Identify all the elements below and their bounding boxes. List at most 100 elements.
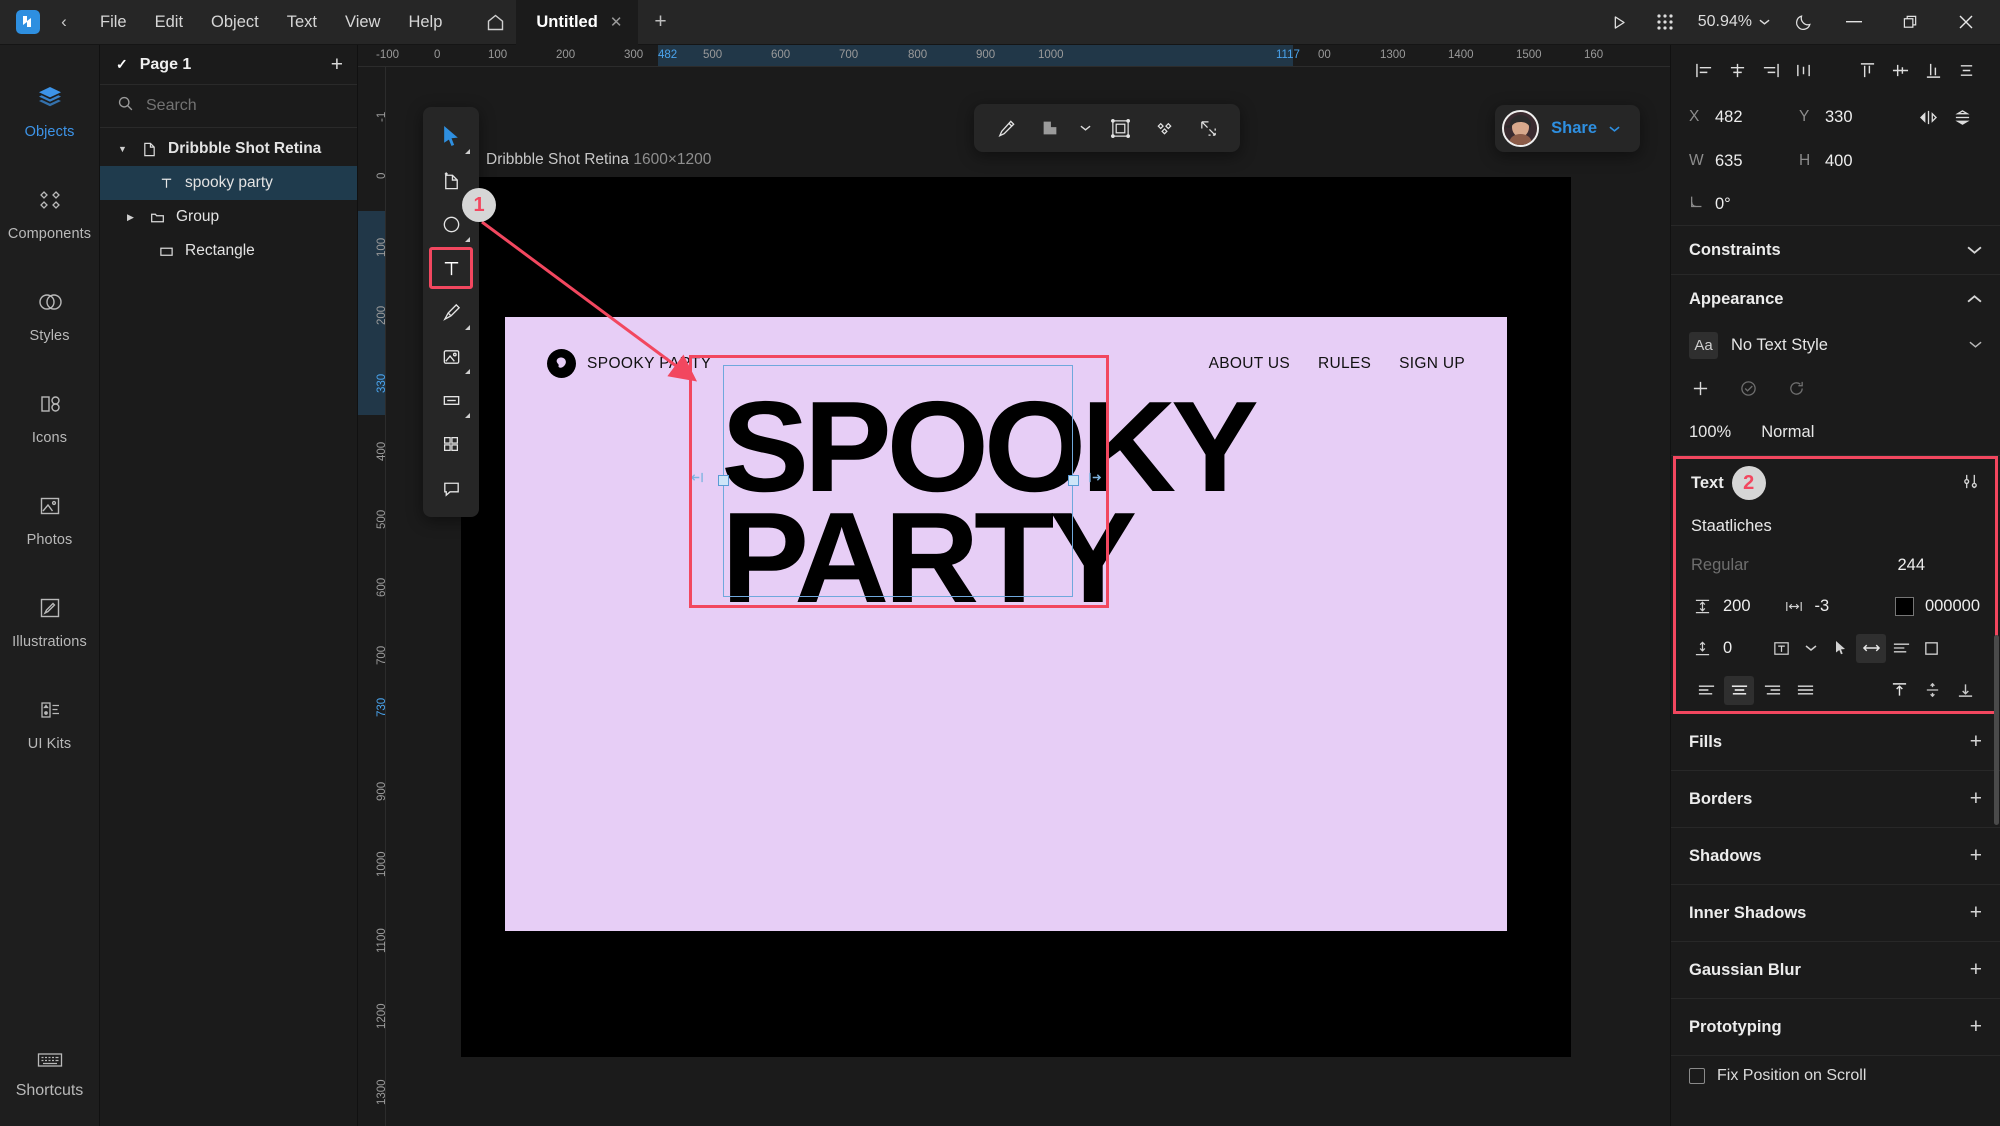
design-link-signup[interactable]: SIGN UP [1399,355,1465,373]
flip-vertical-icon[interactable] [1945,109,1979,126]
pencil-icon[interactable] [986,108,1026,148]
page-selector[interactable]: ✓ Page 1 + [100,45,357,85]
add-blur-button[interactable]: + [1970,958,1982,982]
sidebar-item-styles[interactable]: Styles [0,275,99,357]
text-style-row[interactable]: Aa No Text Style [1689,323,1982,367]
font-family-value[interactable]: Staatliches [1691,507,1980,545]
menu-view[interactable]: View [331,7,394,38]
add-shadow-button[interactable]: + [1970,844,1982,868]
menu-help[interactable]: Help [394,7,456,38]
add-inner-shadow-button[interactable]: + [1970,901,1982,925]
comment-tool[interactable] [429,467,473,509]
auto-height-icon[interactable] [1886,634,1916,663]
auto-width-icon[interactable] [1856,633,1887,663]
opacity-value[interactable]: 100% [1689,423,1731,442]
sidebar-item-uikits[interactable]: UI Kits [0,683,99,765]
fix-position-row[interactable]: Fix Position on Scroll [1671,1056,2000,1096]
design-link-about[interactable]: ABOUT US [1209,355,1290,373]
sliders-icon[interactable] [1961,472,1980,495]
borders-section[interactable]: Borders + [1671,771,2000,828]
grid-apps-icon[interactable] [1642,0,1688,45]
mask-icon[interactable] [1100,108,1140,148]
play-icon[interactable] [1596,0,1642,45]
chevron-down-icon[interactable] [1074,108,1096,148]
home-icon[interactable] [474,12,516,33]
valign-top-icon[interactable] [1884,676,1914,705]
text-align-left-icon[interactable] [1691,676,1721,705]
distribute-v-icon[interactable] [1951,55,1982,86]
twisty-down-icon[interactable]: ▼ [114,144,131,154]
paragraph-spacing-value[interactable]: 0 [1723,639,1732,658]
flip-horizontal-icon[interactable] [1911,109,1945,126]
layer-row-group[interactable]: ▶ Group [100,200,357,234]
tab-untitled[interactable]: Untitled ✕ [516,0,639,45]
w-value[interactable]: 635 [1715,152,1743,171]
tool-submenu-indicator[interactable] [465,369,470,374]
align-middle-icon[interactable] [1885,55,1916,86]
y-field[interactable]: Y 330 [1799,108,1911,127]
restore-icon[interactable] [1882,0,1938,45]
close-icon[interactable]: ✕ [610,13,623,31]
tool-submenu-indicator[interactable] [465,413,470,418]
layer-row-rectangle[interactable]: Rectangle [100,234,357,268]
design-surface[interactable]: SPOOKY PARTY ABOUT US RULES SIGN UP SPOO… [505,317,1507,931]
add-style-icon[interactable] [1689,380,1711,397]
add-border-button[interactable]: + [1970,787,1982,811]
text-color-swatch[interactable] [1894,596,1914,616]
font-size-value[interactable]: 244 [1897,556,1980,575]
text-resize-right-icon[interactable] [1088,471,1103,488]
design-headline[interactable]: SPOOKY PARTY [721,383,1259,623]
chevron-down-icon[interactable] [1759,13,1770,31]
vertical-ruler[interactable]: -1 0 100 200 330 400 500 600 700 730 900… [358,67,386,1126]
appearance-header[interactable]: Appearance [1689,275,1982,323]
menu-edit[interactable]: Edit [141,7,197,38]
w-field[interactable]: W 635 [1689,152,1799,171]
fix-position-checkbox[interactable] [1689,1068,1705,1084]
new-tab-button[interactable]: + [638,0,682,45]
layer-row-spooky-party[interactable]: spooky party [100,166,357,200]
shadows-section[interactable]: Shadows + [1671,828,2000,885]
boolean-union-icon[interactable] [1030,108,1070,148]
tool-submenu-indicator[interactable] [465,237,470,242]
components-tool[interactable] [429,423,473,465]
zoom-control[interactable]: 50.94% [1688,0,1780,45]
avatar[interactable] [1502,110,1540,147]
check-circle-icon[interactable] [1737,380,1759,397]
chevron-down-icon[interactable] [1969,336,1982,354]
lunacy-logo-icon[interactable] [16,10,40,34]
design-link-rules[interactable]: RULES [1318,355,1371,373]
h-value[interactable]: 400 [1825,152,1853,171]
canvas-viewport[interactable]: Dribbble Shot Retina 1600×1200 SPOOKY PA… [386,67,1670,1126]
text-resize-left-icon[interactable] [689,471,704,488]
blend-mode-value[interactable]: Normal [1761,423,1814,442]
text-align-justify-icon[interactable] [1790,676,1820,705]
sidebar-item-components[interactable]: Components [0,173,99,255]
cursor-small-icon[interactable] [1826,634,1856,663]
add-page-button[interactable]: + [331,53,343,77]
tool-submenu-indicator[interactable] [465,149,470,154]
y-value[interactable]: 330 [1825,108,1853,127]
search-input[interactable] [146,97,353,115]
input-field-tool[interactable] [429,379,473,421]
valign-bottom-icon[interactable] [1950,676,1980,705]
align-right-icon[interactable] [1755,55,1786,86]
resize-handle-right[interactable] [1068,475,1079,486]
text-resize-icon[interactable] [1766,634,1796,663]
inner-shadows-section[interactable]: Inner Shadows + [1671,885,2000,942]
inspector-scrollbar[interactable] [1994,635,1999,825]
select-tool[interactable] [429,115,473,157]
canvas-area[interactable]: -100 0 100 200 300 482 500 600 700 800 9… [358,45,1670,1126]
export-icon[interactable] [1188,108,1228,148]
sidebar-item-photos[interactable]: Photos [0,479,99,561]
reset-icon[interactable] [1785,380,1807,397]
align-top-icon[interactable] [1852,55,1883,86]
text-tool[interactable] [429,247,473,289]
chevron-up-icon[interactable] [1967,292,1982,307]
sidebar-item-icons[interactable]: Icons [0,377,99,459]
menu-file[interactable]: File [86,7,141,38]
menu-text[interactable]: Text [273,7,331,38]
constraints-header[interactable]: Constraints [1689,226,1982,274]
text-color-hex[interactable]: 000000 [1925,597,1980,616]
resize-handle-left[interactable] [718,475,729,486]
rotation-value[interactable]: 0° [1715,195,1731,214]
